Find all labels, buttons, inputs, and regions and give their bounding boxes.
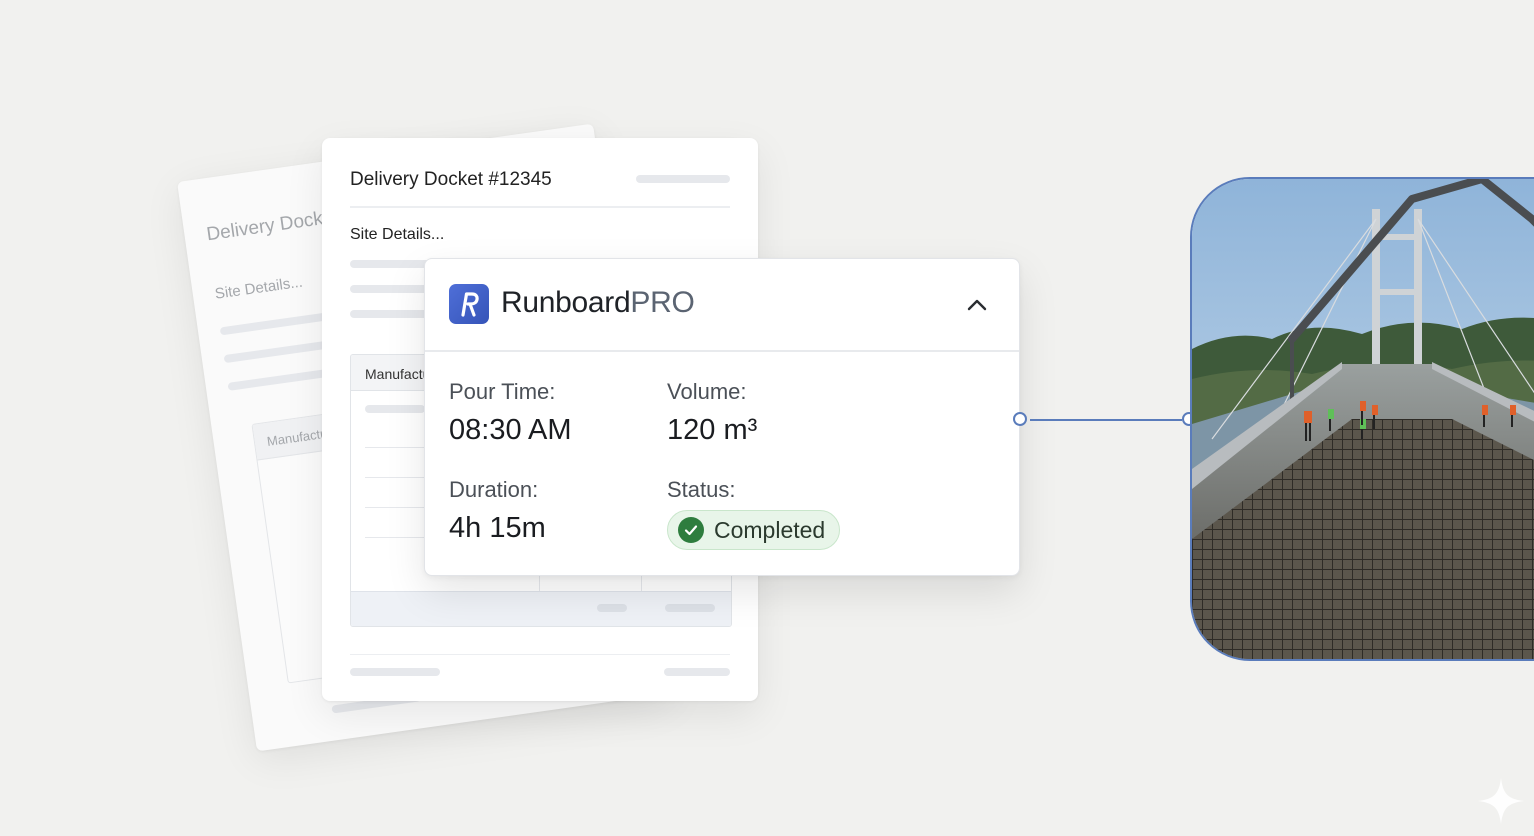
placeholder-line bbox=[636, 175, 730, 183]
bridge-scene-illustration bbox=[1192, 179, 1534, 659]
placeholder-line bbox=[350, 310, 430, 318]
card-header: RunboardPRO bbox=[425, 259, 1019, 352]
check-circle-icon bbox=[678, 517, 704, 543]
placeholder-line bbox=[665, 604, 715, 612]
pour-time-value: 08:30 AM bbox=[449, 414, 572, 446]
sparkle-icon bbox=[1478, 778, 1524, 824]
brand-main: Runboard bbox=[501, 286, 631, 319]
runboard-pour-card: RunboardPRO Pour Time: 08:30 AM Volume: … bbox=[424, 258, 1020, 576]
placeholder-line bbox=[365, 405, 425, 413]
placeholder-line bbox=[597, 604, 627, 612]
placeholder-line bbox=[223, 339, 334, 364]
back-docket-site-label: Site Details... bbox=[213, 273, 304, 303]
divider bbox=[350, 654, 730, 655]
divider bbox=[350, 206, 730, 208]
table-footer bbox=[351, 591, 731, 626]
brand-suffix: PRO bbox=[630, 286, 695, 319]
site-details-label: Site Details... bbox=[350, 226, 445, 243]
placeholder-line bbox=[350, 285, 430, 293]
status-value: Completed bbox=[714, 516, 826, 543]
chevron-up-icon[interactable] bbox=[965, 293, 989, 317]
docket-title: Delivery Docket #12345 bbox=[350, 169, 552, 190]
placeholder-line bbox=[350, 668, 440, 676]
table-row-line bbox=[365, 507, 425, 508]
duration-label: Duration: bbox=[449, 477, 539, 502]
duration-value: 4h 15m bbox=[449, 512, 546, 544]
status-badge: Completed bbox=[667, 510, 841, 550]
brand-name: RunboardPRO bbox=[501, 286, 695, 320]
placeholder-line bbox=[664, 668, 730, 676]
placeholder-line bbox=[350, 260, 430, 268]
volume-value: 120 m³ bbox=[667, 414, 758, 446]
pour-time-label: Pour Time: bbox=[449, 379, 556, 404]
status-label: Status: bbox=[667, 477, 736, 502]
runboard-logo-icon bbox=[449, 284, 489, 324]
volume-label: Volume: bbox=[667, 379, 747, 404]
r-letter-icon bbox=[461, 292, 479, 317]
table-row-line bbox=[365, 537, 425, 538]
connector-node-left[interactable] bbox=[1013, 412, 1027, 426]
table-row-line bbox=[365, 477, 425, 478]
table-row-line bbox=[365, 447, 425, 448]
connector-line bbox=[1030, 419, 1182, 421]
placeholder-line bbox=[219, 312, 330, 336]
bridge-construction-photo bbox=[1190, 177, 1534, 661]
